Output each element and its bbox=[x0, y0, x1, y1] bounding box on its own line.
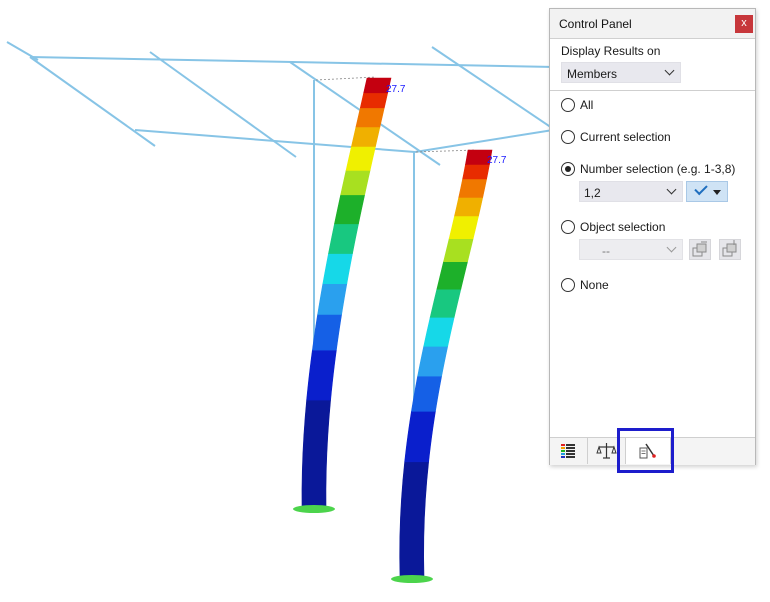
result-segment bbox=[345, 146, 376, 171]
radio-number-selection[interactable] bbox=[561, 162, 575, 176]
object-selection-dropdown[interactable]: -- bbox=[579, 239, 683, 260]
result-segment bbox=[458, 178, 487, 198]
radio-all[interactable] bbox=[561, 98, 575, 112]
panel-title-bar[interactable]: Control Panel x bbox=[550, 9, 755, 39]
select-objects-icon bbox=[692, 241, 707, 257]
result-segment bbox=[312, 314, 342, 351]
result-segment bbox=[436, 261, 468, 290]
display-results-value: Members bbox=[567, 67, 618, 81]
result-segment bbox=[328, 223, 359, 254]
apply-selection-button[interactable] bbox=[686, 181, 728, 202]
result-segment bbox=[351, 126, 381, 147]
result-segment bbox=[355, 107, 385, 128]
frame-line bbox=[6, 41, 39, 61]
result-segment bbox=[443, 238, 474, 262]
frame-line bbox=[29, 56, 156, 147]
result-segment bbox=[462, 164, 490, 180]
support-2 bbox=[391, 575, 433, 583]
result-segment bbox=[411, 375, 443, 412]
object-selection-value: -- bbox=[602, 244, 610, 258]
result-segment bbox=[334, 194, 366, 225]
result-segment bbox=[404, 411, 436, 463]
option-current-selection-label: Current selection bbox=[580, 130, 671, 144]
result-label-1: 27.7 bbox=[386, 84, 406, 95]
frame-line bbox=[29, 56, 556, 68]
result-segment bbox=[454, 197, 484, 217]
result-label-2: 27.7 bbox=[487, 155, 507, 166]
pick-objects-button[interactable] bbox=[689, 239, 711, 260]
number-selection-input[interactable]: 1,2 bbox=[579, 181, 683, 202]
option-number-selection-label: Number selection (e.g. 1-3,8) bbox=[580, 162, 736, 176]
column-member-1[interactable] bbox=[301, 77, 392, 508]
pick-objects-add-button[interactable] bbox=[719, 239, 741, 260]
support-1 bbox=[293, 505, 335, 513]
frame-line bbox=[149, 51, 297, 158]
result-segment bbox=[429, 288, 462, 318]
result-segment bbox=[417, 346, 449, 377]
result-segment bbox=[301, 399, 331, 508]
result-segment bbox=[359, 92, 389, 109]
chevron-down-icon bbox=[664, 65, 675, 76]
result-segment bbox=[306, 349, 337, 401]
frame-lines bbox=[6, 41, 556, 472]
checkmark-icon bbox=[694, 181, 708, 196]
radio-none[interactable] bbox=[561, 278, 575, 292]
tab-highlight-frame bbox=[617, 428, 674, 473]
tab-color-scale[interactable] bbox=[550, 438, 588, 464]
dropdown-arrow-icon bbox=[713, 190, 721, 195]
display-results-dropdown[interactable]: Members bbox=[561, 62, 681, 83]
display-results-label: Display Results on bbox=[561, 44, 661, 58]
panel-title: Control Panel bbox=[559, 17, 632, 31]
radio-object-selection[interactable] bbox=[561, 220, 575, 234]
result-segment bbox=[340, 170, 371, 196]
result-segment bbox=[423, 317, 455, 347]
control-panel: Control Panel x Display Results on Membe… bbox=[549, 8, 756, 465]
radio-current-selection[interactable] bbox=[561, 130, 575, 144]
result-segment bbox=[399, 461, 429, 578]
close-button[interactable]: x bbox=[735, 15, 753, 33]
number-selection-value: 1,2 bbox=[584, 186, 601, 200]
chevron-down-icon bbox=[666, 184, 677, 195]
color-scale-icon bbox=[561, 444, 575, 458]
frame-line bbox=[414, 129, 554, 153]
option-none-label: None bbox=[580, 278, 609, 292]
option-all-label: All bbox=[580, 98, 594, 112]
frame-line bbox=[431, 46, 556, 131]
result-segment bbox=[448, 215, 479, 239]
divider bbox=[550, 90, 755, 91]
result-segment bbox=[317, 283, 348, 315]
chevron-down-icon bbox=[666, 242, 677, 253]
result-segment bbox=[322, 253, 353, 285]
select-objects-add-icon bbox=[722, 240, 737, 257]
option-object-selection-label: Object selection bbox=[580, 220, 666, 234]
